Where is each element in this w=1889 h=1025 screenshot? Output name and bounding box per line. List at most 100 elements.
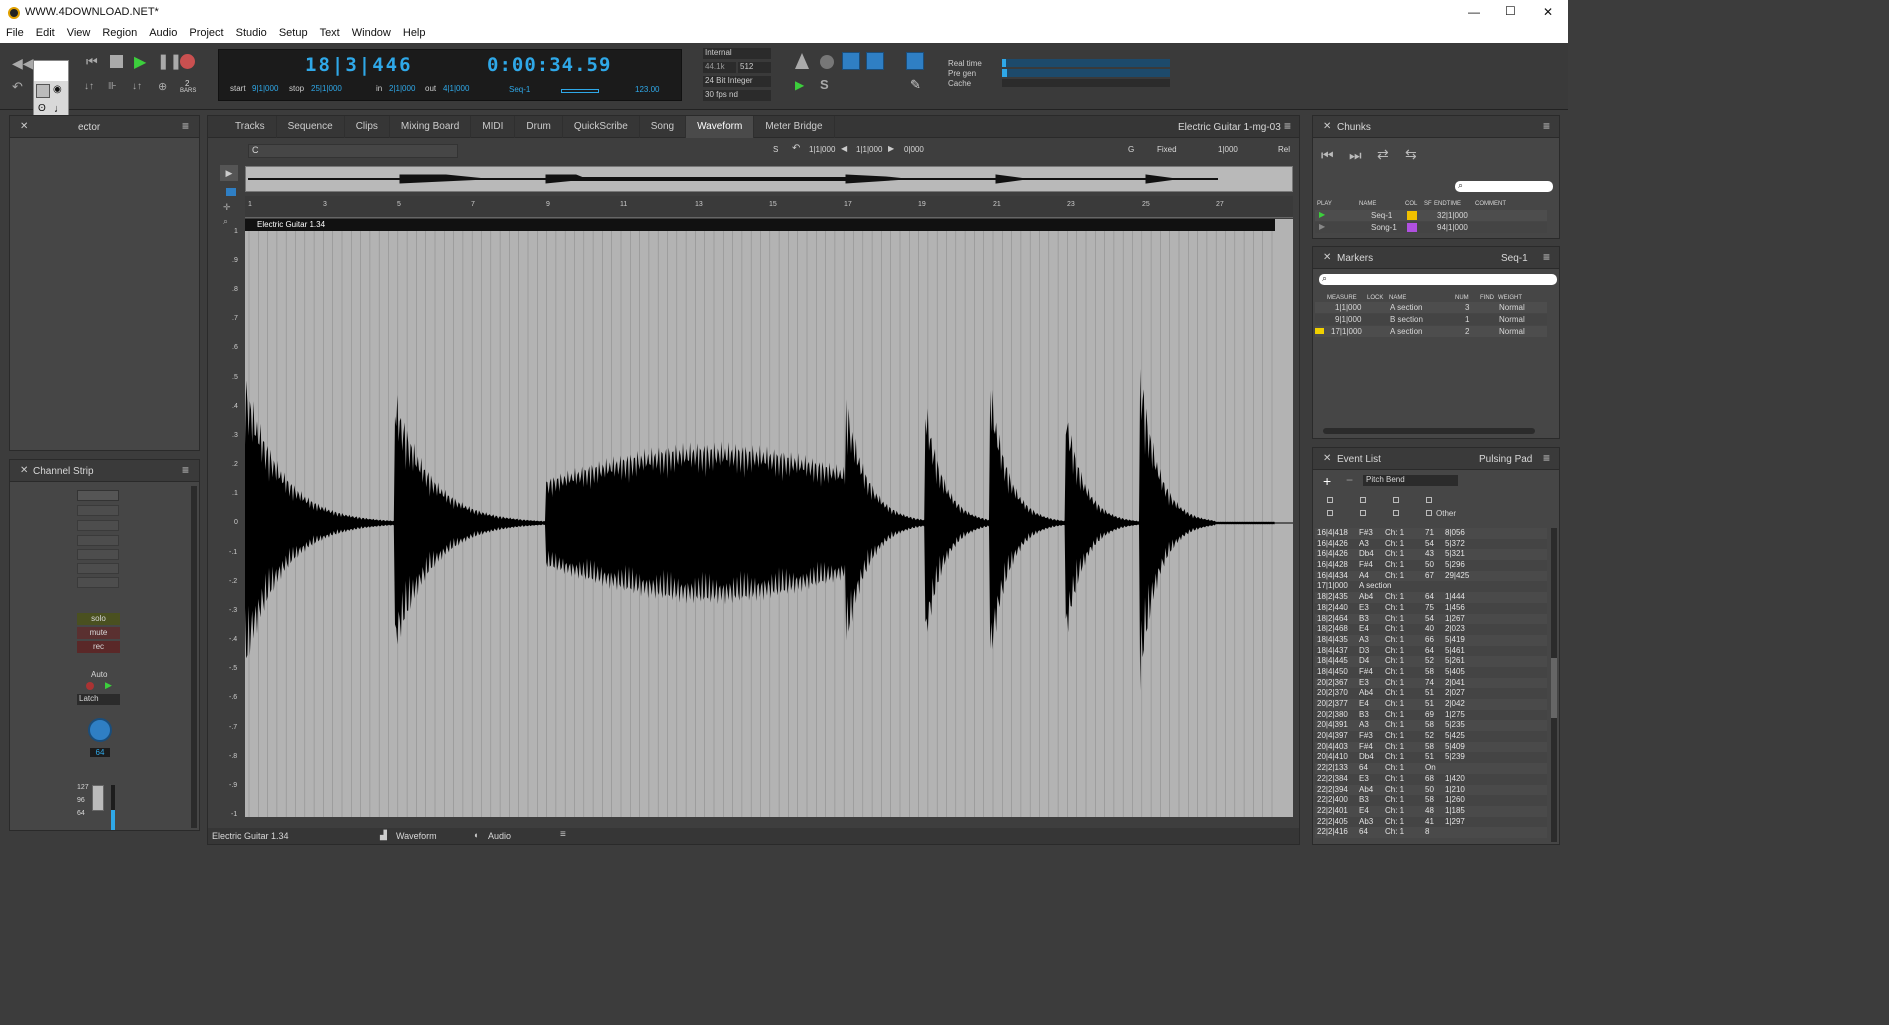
waveform-overview[interactable] (245, 166, 1293, 192)
nudge-right-icon[interactable]: ▶ (888, 144, 894, 153)
filter-sysex-checkbox[interactable] (1426, 497, 1432, 503)
event-row[interactable]: 16|4|426 A3 Ch: 1 54 5|372 (1315, 538, 1547, 550)
insert-slot-5[interactable] (77, 563, 119, 574)
measure-counter[interactable]: 18|3|446 (305, 54, 413, 76)
frame-rate[interactable]: 30 fps nd (703, 90, 771, 101)
palette-header[interactable] (34, 61, 68, 81)
markers-title[interactable]: Markers (1337, 253, 1373, 264)
event-row[interactable]: 20|2|377 E4 Ch: 1 51 2|042 (1315, 699, 1547, 710)
minimize-button[interactable]: — (1468, 5, 1480, 19)
track-name-select[interactable]: Electric Guitar 1-mg-03 (1178, 122, 1281, 133)
menu-edit[interactable]: Edit (30, 25, 61, 39)
mute-button[interactable]: mute (77, 627, 120, 639)
event-row[interactable]: 18|4|435 A3 Ch: 1 66 5|419 (1315, 634, 1547, 646)
region-title-bar[interactable]: Electric Guitar 1.34 (245, 219, 1275, 231)
click-icon[interactable] (842, 52, 860, 70)
grid-value[interactable]: 1|000 (1218, 145, 1238, 154)
eye-tool-icon[interactable]: ◉ (53, 84, 62, 95)
event-row[interactable]: 20|4|397 F#3 Ch: 1 52 5|425 (1315, 731, 1547, 742)
tab-drum[interactable]: Drum (515, 116, 563, 138)
filter-pb-checkbox[interactable] (1393, 497, 1399, 503)
event-row[interactable]: 18|2|440 E3 Ch: 1 75 1|456 (1315, 602, 1547, 614)
out-value[interactable]: 4|1|000 (443, 84, 469, 93)
chunks-search[interactable] (1455, 181, 1553, 192)
remove-event-icon[interactable]: − (1346, 473, 1353, 487)
event-row[interactable]: 20|2|367 E3 Ch: 1 74 2|041 (1315, 677, 1547, 689)
pointer-tool-icon[interactable] (906, 52, 924, 70)
event-row[interactable]: 22|2|416 64 Ch: 1 8 (1315, 827, 1547, 838)
metronome-icon[interactable] (795, 53, 809, 69)
channel-strip-menu-icon[interactable]: ≡ (182, 463, 189, 477)
chunks-menu-icon[interactable]: ≡ (1543, 119, 1550, 133)
channel-strip-scrollbar[interactable] (191, 486, 197, 828)
auto-record-icon[interactable] (86, 682, 94, 690)
filter-other-checkbox[interactable] (1426, 510, 1432, 516)
chunk-next-icon[interactable]: ⏭ (1349, 147, 1362, 164)
tab-waveform[interactable]: Waveform (686, 116, 755, 138)
undo-small-icon[interactable]: ↶ (792, 143, 800, 154)
menu-audio[interactable]: Audio (143, 25, 183, 39)
in-value[interactable]: 2|1|000 (389, 84, 415, 93)
inspector-menu-icon[interactable]: ≡ (182, 119, 189, 133)
event-list-scrollbar[interactable] (1551, 528, 1557, 842)
bottom-view-select[interactable]: Waveform (396, 831, 437, 841)
maximize-button[interactable]: ☐ (1505, 4, 1516, 18)
name-field[interactable]: C (248, 144, 458, 158)
event-row[interactable]: 22|2|394 Ab4 Ch: 1 50 1|210 (1315, 784, 1547, 796)
rewind-icon[interactable]: ◀◀ (12, 55, 34, 72)
chunk-cycle-icon[interactable]: ⇆ (1405, 146, 1417, 163)
markers-hscrollbar[interactable] (1323, 428, 1535, 434)
filter-cc-checkbox[interactable] (1360, 497, 1366, 503)
event-row[interactable]: 18|2|435 Ab4 Ch: 1 64 1|444 (1315, 592, 1547, 603)
tab-tracks[interactable]: Tracks (224, 116, 277, 138)
menu-view[interactable]: View (61, 25, 97, 39)
tab-meter-bridge[interactable]: Meter Bridge (754, 116, 835, 138)
menu-setup[interactable]: Setup (273, 25, 314, 39)
sample-rate[interactable]: 44.1k (703, 62, 736, 73)
start-value[interactable]: 9|1|000 (252, 84, 278, 93)
start-position[interactable]: 1|1|000 (809, 145, 835, 154)
stop-value[interactable]: 25|1|000 (311, 84, 342, 93)
insert-slot-4[interactable] (77, 549, 119, 560)
pan-value[interactable]: 64 (90, 748, 110, 757)
chunks-title[interactable]: Chunks (1337, 122, 1371, 133)
event-row[interactable]: 20|2|380 B3 Ch: 1 69 1|275 (1315, 709, 1547, 721)
channel-strip-close-icon[interactable]: ✕ (20, 465, 28, 476)
bit-depth[interactable]: 24 Bit Integer (703, 76, 771, 87)
tab-song[interactable]: Song (640, 116, 687, 138)
event-row[interactable]: 17|1|000 A section (1315, 581, 1547, 593)
event-row[interactable]: 22|2|401 E4 Ch: 1 48 1|185 (1315, 805, 1547, 817)
tab-midi[interactable]: MIDI (471, 116, 516, 138)
event-row[interactable]: 16|4|428 F#4 Ch: 1 50 5|296 (1315, 560, 1547, 571)
chunk-prev-icon[interactable]: ⏮ (1321, 147, 1334, 164)
event-row[interactable]: 22|2|405 Ab3 Ch: 1 41 1|297 (1315, 816, 1547, 828)
chunk-play-icon[interactable]: ▶ (1319, 210, 1325, 219)
pause-button[interactable]: ❚❚ (157, 52, 182, 70)
tab-clips[interactable]: Clips (345, 116, 390, 138)
event-list-menu-icon[interactable]: ≡ (1543, 451, 1550, 465)
arrow-tool-icon[interactable] (36, 84, 50, 98)
waveform-display[interactable]: Electric Guitar 1.34 (245, 219, 1293, 817)
auto-play-icon[interactable]: ▶ (105, 680, 112, 691)
event-list-scrollbar-thumb[interactable] (1551, 658, 1557, 718)
sequence-select[interactable]: Seq-1 (509, 85, 530, 94)
undo-icon[interactable]: ↶ (12, 79, 23, 95)
pan-knob[interactable] (88, 718, 112, 742)
event-row[interactable]: 18|2|464 B3 Ch: 1 54 1|267 (1315, 613, 1547, 625)
snap-s-button[interactable]: S (773, 145, 778, 154)
chunk-color[interactable] (1407, 211, 1417, 220)
event-list-title[interactable]: Event List (1337, 454, 1381, 465)
menu-window[interactable]: Window (346, 25, 397, 39)
pencil-icon[interactable]: ✎ (910, 77, 921, 93)
filter-prog-checkbox[interactable] (1360, 510, 1366, 516)
clock-icon[interactable] (820, 55, 834, 69)
event-row[interactable]: 20|4|410 Db4 Ch: 1 51 5|239 (1315, 752, 1547, 764)
insert-slot-3[interactable] (77, 535, 119, 546)
markers-seq-select[interactable]: Seq-1 (1501, 253, 1528, 264)
nudge-position[interactable]: 1|1|000 (856, 145, 882, 154)
event-row[interactable]: 18|4|437 D3 Ch: 1 64 5|461 (1315, 645, 1547, 657)
goto-start-icon[interactable]: ⏮ (86, 54, 98, 70)
markers-close-icon[interactable]: ✕ (1323, 252, 1331, 263)
volume-fader[interactable] (92, 785, 104, 811)
menu-text[interactable]: Text (314, 25, 346, 39)
